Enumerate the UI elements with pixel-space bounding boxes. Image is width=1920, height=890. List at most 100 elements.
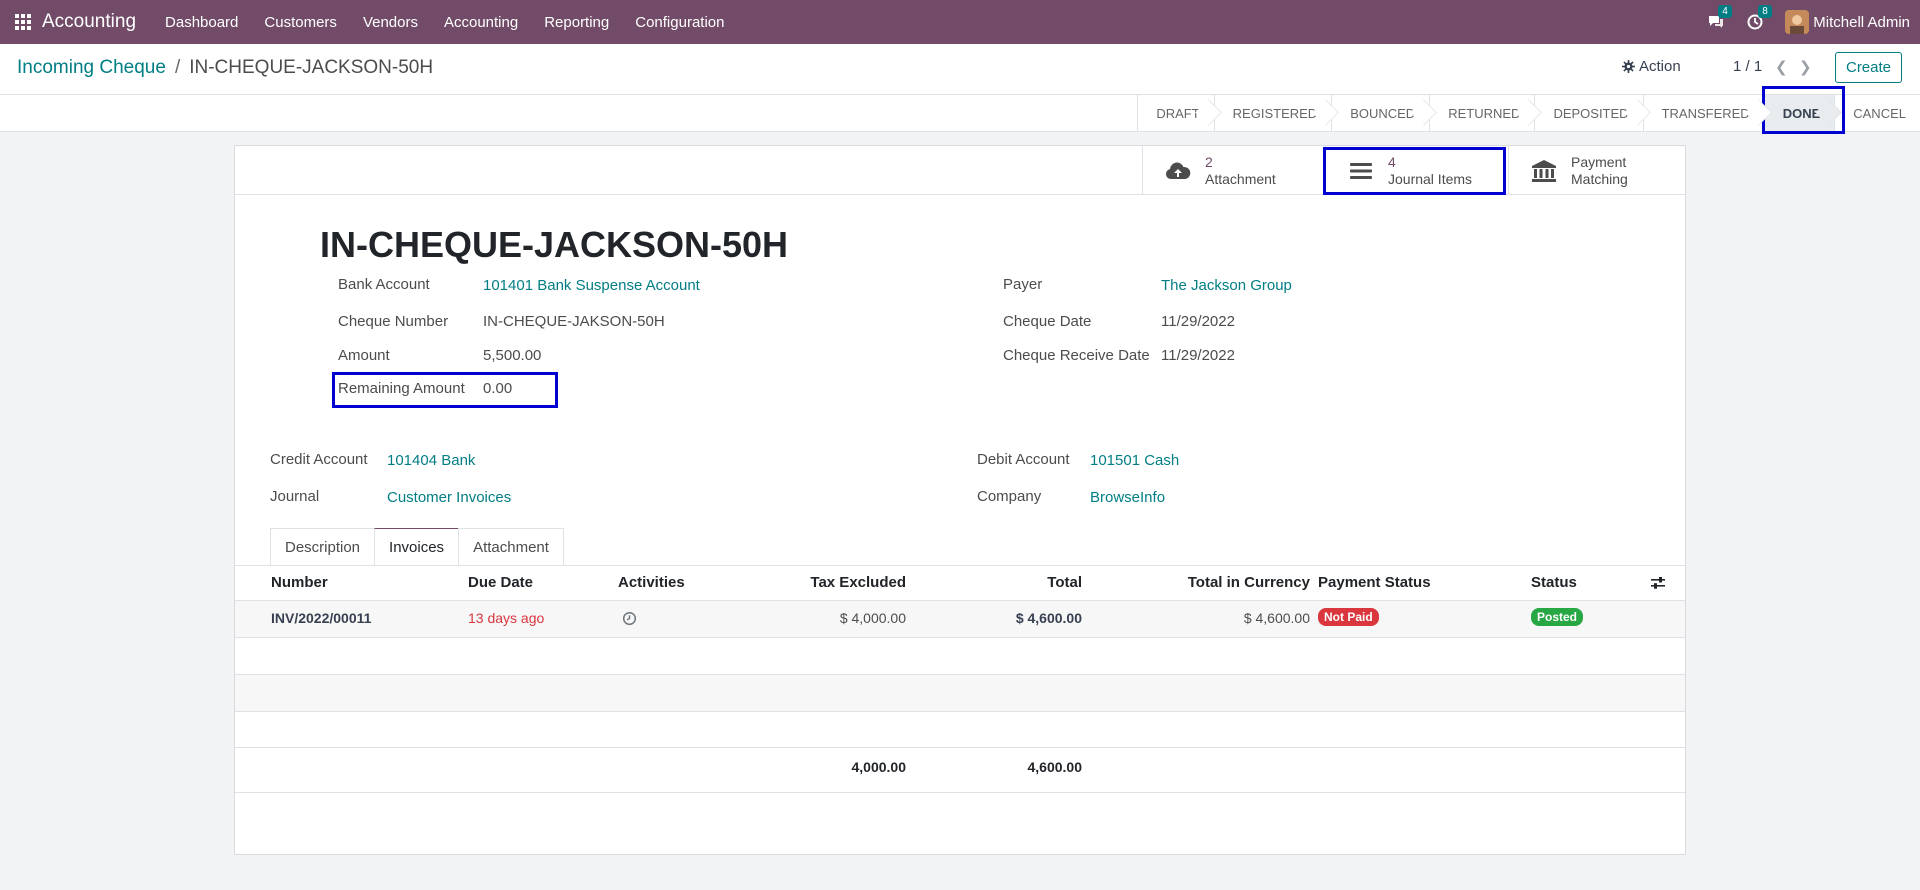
messages-count-badge: 4 [1718, 5, 1732, 18]
action-label: Action [1639, 58, 1681, 75]
user-avatar[interactable] [1785, 10, 1810, 34]
cheque-number-value: IN-CHEQUE-JAKSON-50H [483, 313, 665, 330]
notebook-tabs: Description Invoices Attachment [270, 528, 564, 566]
bank-account-label: Bank Account [338, 276, 430, 293]
bank-icon [1529, 159, 1559, 183]
record-title: IN-CHEQUE-JACKSON-50H [320, 224, 789, 265]
credit-account-value[interactable]: 101404 Bank [387, 452, 475, 469]
col-header-payment-status[interactable]: Payment Status [1318, 574, 1431, 591]
col-header-total-currency[interactable]: Total in Currency [1188, 574, 1310, 591]
remaining-amount-value: 0.00 [483, 380, 513, 397]
journal-items-smart-button[interactable]: 4 Journal Items [1325, 146, 1508, 195]
col-header-total[interactable]: Total [1047, 574, 1082, 591]
journal-value[interactable]: Customer Invoices [387, 489, 511, 506]
breadcrumb-current: IN-CHEQUE-JACKSON-50H [189, 57, 434, 78]
payment-status-badge: Not Paid [1318, 608, 1379, 626]
invoice-total: $ 4,600.00 [1015, 610, 1082, 626]
menu-dashboard[interactable]: Dashboard [152, 14, 251, 31]
attachment-smart-button[interactable]: 2 Attachment [1142, 146, 1325, 195]
smart-button-box: 2 Attachment 4 Journal Items Payment Mat… [235, 146, 1685, 195]
apps-menu-icon[interactable] [13, 12, 33, 32]
cheque-number-label: Cheque Number [338, 313, 449, 330]
payment-matching-smart-button[interactable]: Payment Matching [1508, 146, 1685, 195]
tab-attachment[interactable]: Attachment [458, 528, 564, 566]
payer-value[interactable]: The Jackson Group [1161, 277, 1292, 294]
debit-account-value[interactable]: 101501 Cash [1090, 452, 1179, 469]
empty-row [235, 638, 1685, 674]
payment-matching-label-line1: Payment [1571, 153, 1627, 170]
pager-previous-icon[interactable]: ❮ [1775, 58, 1788, 76]
stage-bounced[interactable]: BOUNCED [1331, 95, 1429, 131]
journal-label: Journal [270, 488, 320, 505]
col-header-status[interactable]: Status [1531, 574, 1577, 591]
amount-value: 5,500.00 [483, 347, 542, 364]
breadcrumb: Incoming Cheque / IN-CHEQUE-JACKSON-50H [17, 57, 433, 79]
app-name[interactable]: Accounting [42, 11, 136, 33]
activities-count-badge: 8 [1758, 5, 1772, 18]
stage-registered[interactable]: REGISTERED [1213, 95, 1332, 131]
top-navbar: Accounting Dashboard Customers Vendors A… [0, 0, 1920, 44]
breadcrumb-separator: / [174, 57, 181, 78]
company-label: Company [977, 488, 1042, 505]
col-header-number[interactable]: Number [271, 574, 328, 591]
remaining-amount-label: Remaining Amount [338, 380, 465, 397]
stage-returned[interactable]: RETURNED [1429, 95, 1534, 131]
total-amount: 4,600.00 [1027, 759, 1083, 775]
cheque-receive-date-label: Cheque Receive Date [1003, 347, 1150, 364]
list-icon [1346, 162, 1376, 180]
menu-configuration[interactable]: Configuration [622, 14, 737, 31]
credit-account-label: Credit Account [270, 451, 368, 468]
tab-invoices[interactable]: Invoices [374, 528, 460, 566]
tab-divider [235, 565, 1685, 566]
stage-cancel[interactable]: CANCEL [1834, 95, 1920, 131]
menu-vendors[interactable]: Vendors [350, 14, 431, 31]
pager-value[interactable]: 1 / 1 [1733, 58, 1762, 75]
empty-row [235, 675, 1685, 711]
create-button[interactable]: Create [1835, 52, 1902, 83]
messages-button[interactable]: 4 [1707, 5, 1732, 30]
cloud-upload-icon [1163, 161, 1193, 181]
invoice-tax-excluded: $ 4,000.00 [839, 610, 906, 626]
attachment-count: 2 [1205, 153, 1213, 170]
col-header-tax-excluded[interactable]: Tax Excluded [810, 574, 906, 591]
empty-row [235, 712, 1685, 748]
menu-customers[interactable]: Customers [251, 14, 350, 31]
action-button[interactable]: Action [1622, 58, 1681, 75]
activities-button[interactable]: 8 [1747, 5, 1772, 30]
invoice-due-date: 13 days ago [468, 610, 545, 626]
cheque-date-label: Cheque Date [1003, 313, 1092, 330]
company-value[interactable]: BrowseInfo [1090, 489, 1165, 506]
status-bar: DRAFT REGISTERED BOUNCED RETURNED DEPOSI… [0, 95, 1920, 132]
stage-deposited[interactable]: DEPOSITED [1534, 95, 1642, 131]
invoice-number[interactable]: INV/2022/00011 [271, 610, 371, 626]
user-name[interactable]: Mitchell Admin [1813, 14, 1910, 31]
menu-accounting[interactable]: Accounting [431, 14, 531, 31]
column-settings-icon[interactable] [1651, 576, 1665, 593]
totals-divider [235, 792, 1685, 793]
amount-label: Amount [338, 347, 390, 364]
status-badge: Posted [1531, 608, 1584, 626]
table-row[interactable] [235, 601, 1685, 637]
journal-items-count: 4 [1388, 153, 1396, 170]
attachment-label: Attachment [1205, 170, 1276, 187]
stage-draft[interactable]: DRAFT [1137, 95, 1213, 131]
pager-next-icon[interactable]: ❯ [1799, 58, 1812, 76]
stage-transfered[interactable]: TRANSFERED [1642, 95, 1764, 131]
payer-label: Payer [1003, 276, 1043, 293]
col-header-due-date[interactable]: Due Date [468, 574, 533, 591]
form-sheet: 2 Attachment 4 Journal Items Payment Mat… [234, 145, 1686, 855]
cheque-date-value: 11/29/2022 [1161, 313, 1235, 330]
journal-items-label: Journal Items [1388, 170, 1473, 187]
debit-account-label: Debit Account [977, 451, 1070, 468]
tab-description[interactable]: Description [270, 528, 376, 566]
control-panel: Incoming Cheque / IN-CHEQUE-JACKSON-50H … [0, 44, 1920, 95]
menu-reporting[interactable]: Reporting [531, 14, 622, 31]
col-header-activities[interactable]: Activities [618, 574, 685, 591]
user-avatar-icon [1785, 10, 1810, 34]
bank-account-value[interactable]: 101401 Bank Suspense Account [483, 277, 700, 294]
invoice-total-currency: $ 4,600.00 [1243, 610, 1310, 626]
activity-clock-icon[interactable] [622, 611, 637, 630]
breadcrumb-parent[interactable]: Incoming Cheque [17, 57, 166, 79]
stage-done[interactable]: DONE [1763, 95, 1835, 131]
cheque-receive-date-value: 11/29/2022 [1161, 347, 1235, 364]
